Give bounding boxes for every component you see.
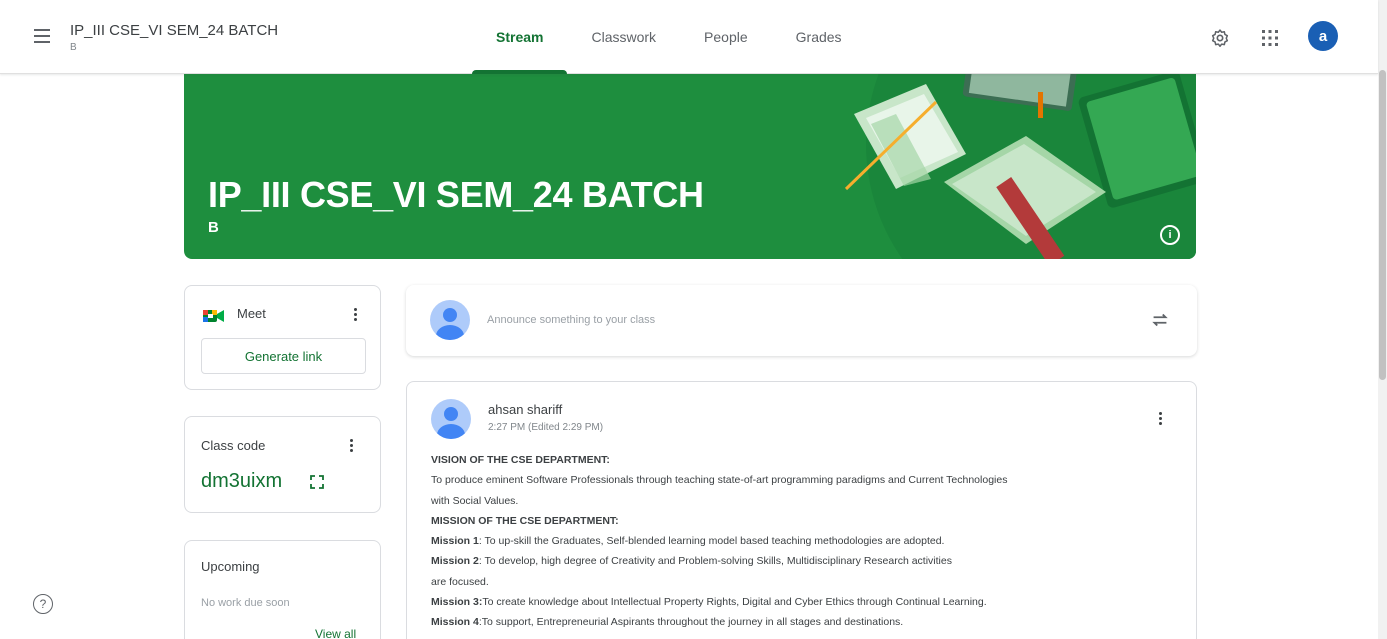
top-actions: a: [1208, 21, 1338, 51]
meet-logo-icon: [203, 310, 224, 322]
upcoming-label: Upcoming: [201, 559, 260, 574]
tab-stream[interactable]: Stream: [472, 0, 568, 74]
tab-grades[interactable]: Grades: [772, 0, 866, 74]
post-more-icon[interactable]: [1150, 408, 1170, 428]
post-body: VISION OF THE CSE DEPARTMENT: To produce…: [431, 450, 1181, 633]
account-avatar[interactable]: a: [1308, 21, 1338, 51]
class-code-value: dm3uixm: [201, 470, 283, 492]
tab-people[interactable]: People: [680, 0, 772, 74]
user-avatar: [430, 300, 470, 340]
meet-label: Meet: [237, 306, 266, 321]
view-all-link[interactable]: View all: [315, 627, 356, 639]
post-line: Mission 3:To create knowledge about Inte…: [431, 596, 987, 609]
meet-more-icon[interactable]: [345, 304, 365, 324]
meet-card: Meet Generate link: [184, 285, 381, 390]
post-line: Mission 1: To up-skill the Graduates, Se…: [431, 535, 945, 548]
tab-classwork[interactable]: Classwork: [567, 0, 680, 74]
post-line: with Social Values.: [431, 494, 519, 507]
fullscreen-icon[interactable]: [310, 475, 324, 489]
post-line: Mission 2: To develop, high degree of Cr…: [431, 555, 952, 568]
class-banner: IP_III CSE_VI SEM_24 BATCH B i: [184, 74, 1196, 259]
class-code-more-icon[interactable]: [341, 435, 361, 455]
post-line: VISION OF THE CSE DEPARTMENT:: [431, 454, 610, 466]
banner-title: IP_III CSE_VI SEM_24 BATCH: [208, 174, 704, 215]
apps-grid-icon[interactable]: [1258, 26, 1282, 50]
post-card: ahsan shariff 2:27 PM (Edited 2:29 PM) V…: [406, 381, 1197, 639]
repost-icon[interactable]: [1149, 309, 1171, 331]
upcoming-card: Upcoming No work due soon View all: [184, 540, 381, 639]
post-line: Mission 4:To support, Entrepreneurial As…: [431, 616, 904, 629]
class-code-card: Class code dm3uixm: [184, 416, 381, 513]
post-line: To produce eminent Software Professional…: [431, 474, 1008, 487]
generate-link-button[interactable]: Generate link: [201, 338, 366, 374]
help-icon[interactable]: ?: [33, 594, 53, 614]
info-icon[interactable]: i: [1160, 225, 1180, 245]
menu-icon[interactable]: [30, 24, 54, 48]
banner-books-illustration: [736, 74, 1196, 259]
tab-bar: Stream Classwork People Grades: [472, 0, 866, 74]
scrollbar-thumb[interactable]: [1379, 70, 1386, 380]
page-scrollbar[interactable]: [1378, 0, 1387, 639]
gear-icon[interactable]: [1208, 26, 1232, 50]
announce-input[interactable]: Announce something to your class: [487, 314, 655, 326]
post-line: are focused.: [431, 575, 489, 588]
post-time: 2:27 PM (Edited 2:29 PM): [488, 422, 604, 433]
class-title[interactable]: IP_III CSE_VI SEM_24 BATCH: [70, 22, 278, 39]
author-avatar: [431, 399, 471, 439]
announce-box[interactable]: Announce something to your class: [406, 285, 1197, 356]
top-app-bar: IP_III CSE_VI SEM_24 BATCH B Stream Clas…: [0, 0, 1378, 74]
class-code-label: Class code: [201, 438, 266, 453]
post-author[interactable]: ahsan shariff: [488, 402, 562, 417]
banner-section: B: [208, 219, 219, 236]
class-section: B: [70, 42, 77, 53]
post-line: MISSION OF THE CSE DEPARTMENT:: [431, 514, 619, 527]
upcoming-empty-text: No work due soon: [201, 597, 290, 609]
